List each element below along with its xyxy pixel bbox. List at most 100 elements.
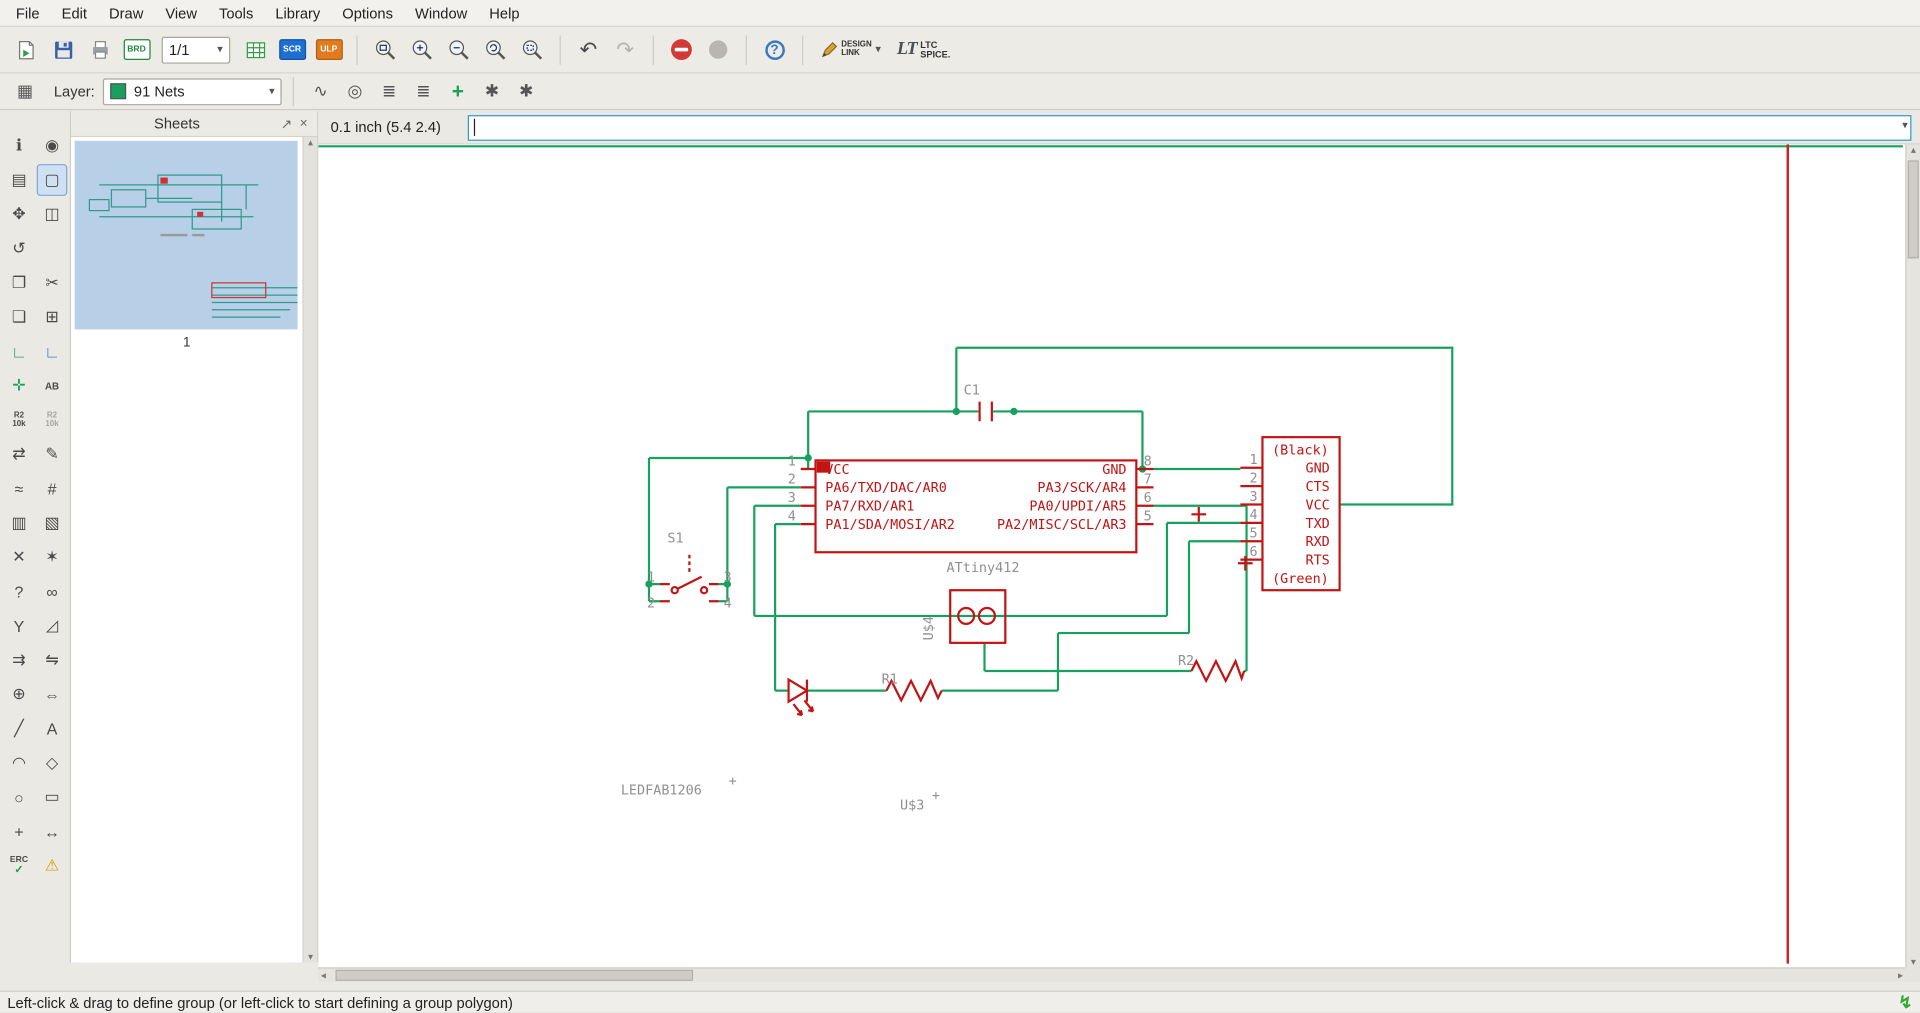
- undock-panel-icon[interactable]: ↗: [278, 116, 295, 132]
- settings-button[interactable]: ✱: [477, 77, 508, 106]
- scroll-right-icon[interactable]: ▸: [1898, 970, 1903, 981]
- led[interactable]: [787, 677, 815, 717]
- pin-info-tool[interactable]: ?: [4, 576, 35, 608]
- paste-tool[interactable]: ❏: [4, 301, 35, 333]
- ulp-button[interactable]: ULP: [312, 33, 345, 66]
- command-input[interactable]: ▾: [467, 114, 1912, 141]
- move-tool[interactable]: ✥: [4, 198, 35, 230]
- resistor-r2[interactable]: R2: [1178, 654, 1246, 684]
- zoom-fit-button[interactable]: [369, 33, 402, 66]
- print-button[interactable]: [83, 33, 116, 66]
- horizontal-scrollbar[interactable]: ◂ ▸: [318, 967, 1906, 983]
- ltspice-button[interactable]: LT LTC SPICE.: [891, 36, 957, 64]
- scrollbar-thumb[interactable]: [1907, 160, 1919, 259]
- menu-help[interactable]: Help: [478, 1, 530, 25]
- table-button[interactable]: [239, 33, 272, 66]
- menu-view[interactable]: View: [154, 1, 208, 25]
- info-tool[interactable]: ℹ: [4, 130, 35, 162]
- switch-to-board-button[interactable]: BRD: [120, 33, 153, 66]
- measure-tool[interactable]: ↔: [37, 816, 68, 848]
- attribute-tool[interactable]: R2 10k: [4, 404, 35, 436]
- menu-draw[interactable]: Draw: [98, 1, 154, 25]
- smash-tool[interactable]: ≈: [4, 473, 35, 505]
- scroll-up-icon[interactable]: ▴: [308, 137, 313, 148]
- group-select-tool[interactable]: ▢: [36, 164, 68, 196]
- wire-style-button[interactable]: ∿: [305, 77, 336, 106]
- sheet-number[interactable]: 1: [71, 333, 302, 351]
- unplaced-labels[interactable]: LEDFAB1206 + U$3 +: [621, 774, 940, 813]
- close-panel-icon[interactable]: ×: [295, 116, 312, 131]
- switch-s1[interactable]: S1 1 3 2 4: [647, 531, 732, 611]
- line-tool[interactable]: ╱: [4, 713, 35, 745]
- menu-library[interactable]: Library: [264, 1, 331, 25]
- resistor-r1[interactable]: R1: [882, 672, 943, 703]
- open-new-button[interactable]: [10, 33, 43, 66]
- advanced-settings-button[interactable]: ✱: [511, 77, 542, 106]
- mark-tool[interactable]: ⊕: [4, 678, 35, 710]
- scroll-down-icon[interactable]: ▾: [1907, 956, 1920, 967]
- paste-group-tool[interactable]: ▧: [37, 507, 68, 539]
- miter-tool[interactable]: ◿: [37, 610, 68, 642]
- sheet-select-dropdown[interactable]: 1/1 ▾: [161, 36, 231, 64]
- copy-group-tool[interactable]: ▥: [4, 507, 35, 539]
- command-dropdown-arrow[interactable]: ▾: [1902, 118, 1908, 131]
- erc-tool[interactable]: ERC ✓: [4, 850, 35, 882]
- scroll-down-icon[interactable]: ▾: [308, 951, 313, 962]
- netclass-button[interactable]: ≣: [408, 77, 439, 106]
- menu-file[interactable]: File: [5, 1, 51, 25]
- global-attribute-tool[interactable]: R2 10k: [37, 404, 68, 436]
- junction-tool[interactable]: ✛: [4, 370, 35, 402]
- invoke-tool[interactable]: ⇉: [4, 644, 35, 676]
- split-tool[interactable]: Y: [4, 610, 35, 642]
- label-tool[interactable]: AB: [37, 370, 68, 402]
- sheet-thumbnail[interactable]: [74, 140, 298, 330]
- gateswap-tool[interactable]: ∞: [37, 576, 68, 608]
- rect-tool[interactable]: ▭: [37, 781, 68, 813]
- display-layers-tool[interactable]: ▤: [4, 164, 35, 196]
- probe-button[interactable]: ◎: [340, 77, 371, 106]
- capacitor-c1[interactable]: C1: [964, 383, 993, 422]
- delete-tool[interactable]: ✕: [4, 541, 35, 573]
- name-tool[interactable]: #: [37, 473, 68, 505]
- zoom-select-button[interactable]: [516, 33, 549, 66]
- pinswap-tool[interactable]: ⇄: [4, 438, 35, 470]
- eye-tool[interactable]: ◉: [37, 130, 68, 162]
- netlist-button[interactable]: ≣: [374, 77, 405, 106]
- change-tool[interactable]: ✎: [37, 438, 68, 470]
- scrollbar-thumb[interactable]: [335, 969, 694, 981]
- dimension-tool[interactable]: ⇔: [37, 678, 68, 710]
- fixit-tool[interactable]: ✶: [37, 541, 68, 573]
- spice-bolt-icon[interactable]: ↯: [1898, 992, 1912, 1013]
- menu-window[interactable]: Window: [404, 1, 478, 25]
- ic-attiny412[interactable]: VCC PA6/TXD/DAC/AR0 PA7/RXD/AR1 PA1/SDA/…: [788, 454, 1154, 576]
- copy-tool[interactable]: ❐: [4, 267, 35, 299]
- origin-mark-tool[interactable]: +: [4, 816, 35, 848]
- grid-settings-button[interactable]: ▦: [10, 77, 41, 106]
- menu-tools[interactable]: Tools: [208, 1, 264, 25]
- redo-button[interactable]: ↷: [609, 33, 642, 66]
- rotate-tool[interactable]: ↺: [4, 233, 35, 265]
- add-part-tool[interactable]: ⊞: [37, 301, 68, 333]
- undo-button[interactable]: ↶: [572, 33, 605, 66]
- add-net-button[interactable]: +: [442, 77, 473, 106]
- layer-dropdown[interactable]: 91 Nets ▾: [103, 77, 283, 105]
- zoom-redraw-button[interactable]: [479, 33, 512, 66]
- mirror-tool[interactable]: ◫: [37, 198, 68, 230]
- menu-options[interactable]: Options: [331, 1, 404, 25]
- text-tool[interactable]: A: [37, 713, 68, 745]
- polygon-tool[interactable]: ◇: [37, 747, 68, 779]
- script-button[interactable]: SCR: [276, 33, 309, 66]
- schematic-canvas[interactable]: VCC PA6/TXD/DAC/AR0 PA7/RXD/AR1 PA1/SDA/…: [318, 144, 1906, 968]
- vertical-scrollbar[interactable]: ▴ ▾: [1905, 144, 1920, 968]
- replace-tool[interactable]: ⇋: [37, 644, 68, 676]
- errors-tool[interactable]: ⚠: [37, 850, 68, 882]
- ftdi-connector[interactable]: (Black) GND CTS VCC TXD RXD RTS (Green) …: [1191, 436, 1341, 592]
- zoom-in-button[interactable]: [405, 33, 438, 66]
- circle-tool[interactable]: ○: [4, 781, 35, 813]
- save-button[interactable]: [47, 33, 80, 66]
- stop-button[interactable]: [665, 33, 698, 66]
- cut-tool[interactable]: ✂: [37, 267, 68, 299]
- net-tool[interactable]: ∟: [4, 336, 35, 368]
- menu-edit[interactable]: Edit: [51, 1, 98, 25]
- help-button[interactable]: ?: [758, 33, 791, 66]
